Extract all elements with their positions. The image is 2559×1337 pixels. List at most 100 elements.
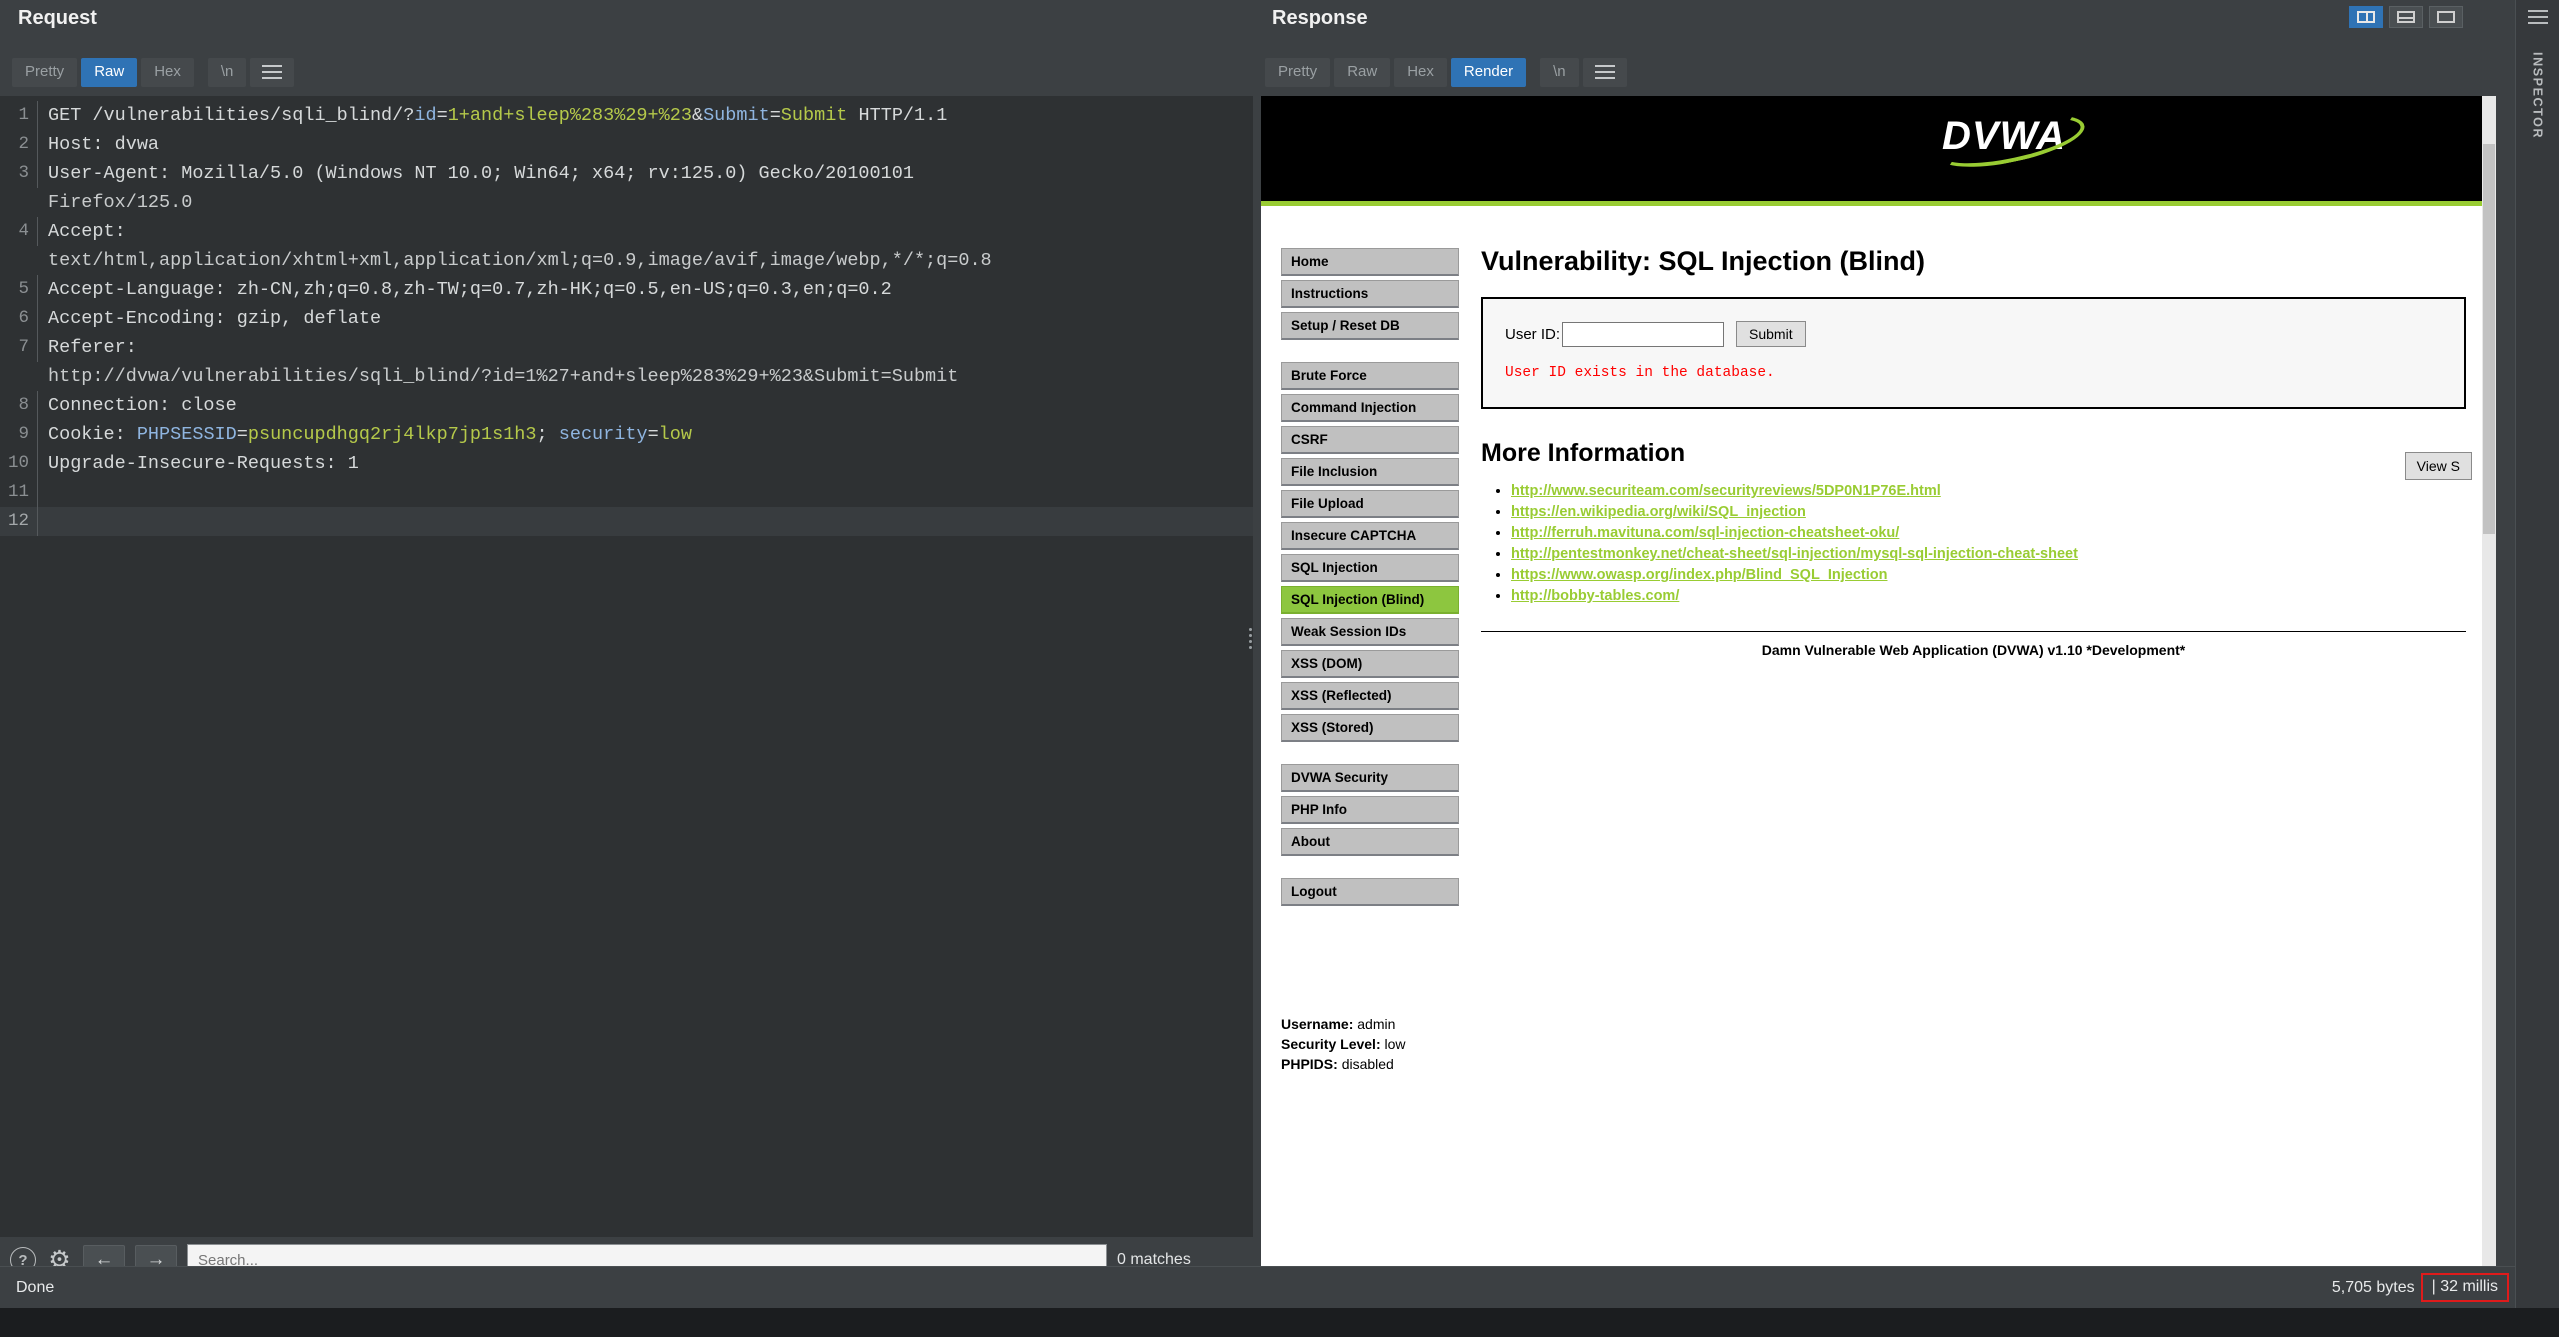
sidebar-item-home[interactable]: Home <box>1281 248 1459 276</box>
sidebar-item-about[interactable]: About <box>1281 828 1459 856</box>
dvwa-menu-group-main: Home Instructions Setup / Reset DB <box>1281 248 1467 340</box>
code-text: Accept: <box>38 217 126 246</box>
taskbar <box>0 1308 2559 1337</box>
request-code-area[interactable]: 1GET /vulnerabilities/sqli_blind/?id=1+a… <box>0 96 1253 536</box>
single-pane-icon <box>2437 11 2455 23</box>
inspector-panel[interactable]: INSPECTOR <box>2515 0 2559 1308</box>
more-information-heading: More Information <box>1481 439 2466 468</box>
code-line: 6Accept-Encoding: gzip, deflate <box>0 304 1253 333</box>
code-line: 4Accept: <box>0 217 1253 246</box>
tab-request-newline[interactable]: \n <box>208 58 247 86</box>
window-layout-controls <box>2345 0 2467 34</box>
code-line: 12 <box>0 507 1253 536</box>
sidebar-item-brute-force[interactable]: Brute Force <box>1281 362 1459 390</box>
sidebar-item-file-inclusion[interactable]: File Inclusion <box>1281 458 1459 486</box>
line-number: 2 <box>0 130 38 159</box>
line-number: 3 <box>0 159 38 188</box>
dvwa-header: DVWA <box>1261 96 2496 206</box>
code-line: Firefox/125.0 <box>0 188 1253 217</box>
sidebar-item-file-upload[interactable]: File Upload <box>1281 490 1459 518</box>
more-information-link[interactable]: http://bobby-tables.com/ <box>1511 588 1679 604</box>
view-source-button[interactable]: View S <box>2405 452 2472 480</box>
sidebar-item-xss-reflected[interactable]: XSS (Reflected) <box>1281 682 1459 710</box>
dvwa-logo: DVWA <box>1942 114 2066 159</box>
hamburger-icon[interactable] <box>2528 10 2548 24</box>
tab-request-hex[interactable]: Hex <box>141 58 194 86</box>
user-id-input[interactable] <box>1562 322 1724 347</box>
split-vertical-button[interactable] <box>2349 6 2383 28</box>
line-number: 7 <box>0 333 38 362</box>
sidebar-item-weak-session-ids[interactable]: Weak Session IDs <box>1281 618 1459 646</box>
result-message: User ID exists in the database. <box>1505 365 2444 381</box>
code-text: Referer: <box>38 333 137 362</box>
burp-suite-window: INSPECTOR Request Pretty Raw Hex \n 1GET… <box>0 0 2559 1337</box>
code-line: text/html,application/xhtml+xml,applicat… <box>0 246 1253 275</box>
line-number: 8 <box>0 391 38 420</box>
sidebar-item-setup-reset-db[interactable]: Setup / Reset DB <box>1281 312 1459 340</box>
security-level-value: low <box>1385 1036 1406 1052</box>
response-vertical-scrollbar[interactable] <box>2482 96 2496 1283</box>
bytes-label: 5,705 bytes <box>2332 1279 2415 1297</box>
code-line: 1GET /vulnerabilities/sqli_blind/?id=1+a… <box>0 101 1253 130</box>
code-text: http://dvwa/vulnerabilities/sqli_blind/?… <box>38 362 958 391</box>
response-tabbar: Pretty Raw Hex Render \n <box>1265 58 1627 87</box>
menu-divider <box>1281 344 1467 362</box>
status-text: Done <box>16 1279 54 1297</box>
code-line: 2Host: dvwa <box>0 130 1253 159</box>
more-information-link[interactable]: https://www.owasp.org/index.php/Blind_SQ… <box>1511 567 1887 583</box>
more-information-link[interactable]: https://en.wikipedia.org/wiki/SQL_inject… <box>1511 504 1806 520</box>
more-information-link[interactable]: http://pentestmonkey.net/cheat-sheet/sql… <box>1511 546 2078 562</box>
sidebar-item-sql-injection-blind[interactable]: SQL Injection (Blind) <box>1281 586 1459 614</box>
sidebar-item-php-info[interactable]: PHP Info <box>1281 796 1459 824</box>
submit-button[interactable]: Submit <box>1736 321 1806 347</box>
request-tabbar: Pretty Raw Hex \n <box>12 58 294 87</box>
scrollbar-thumb[interactable] <box>2483 144 2495 534</box>
sidebar-item-xss-dom[interactable]: XSS (DOM) <box>1281 650 1459 678</box>
code-line: 3User-Agent: Mozilla/5.0 (Windows NT 10.… <box>0 159 1253 188</box>
tab-request-pretty[interactable]: Pretty <box>12 58 77 86</box>
response-menu-button[interactable] <box>1583 58 1627 87</box>
more-information-link[interactable]: http://www.securiteam.com/securityreview… <box>1511 483 1941 499</box>
sidebar-item-instructions[interactable]: Instructions <box>1281 280 1459 308</box>
response-render-view[interactable]: DVWA Home Instructions Setup / Reset DB Br… <box>1261 96 2496 1283</box>
tab-response-hex[interactable]: Hex <box>1394 58 1447 86</box>
dvwa-menu-group-settings: DVWA Security PHP Info About <box>1281 764 1467 856</box>
line-number: 10 <box>0 449 38 478</box>
tab-request-raw[interactable]: Raw <box>81 58 137 86</box>
sidebar-item-logout[interactable]: Logout <box>1281 878 1459 906</box>
split-horizontal-button[interactable] <box>2389 6 2423 28</box>
line-number: 6 <box>0 304 38 333</box>
code-text: User-Agent: Mozilla/5.0 (Windows NT 10.0… <box>38 159 914 188</box>
request-menu-button[interactable] <box>250 58 294 87</box>
status-metrics: 5,705 bytes | 32 millis <box>2332 1273 2515 1302</box>
sidebar-item-csrf[interactable]: CSRF <box>1281 426 1459 454</box>
tab-response-newline[interactable]: \n <box>1540 58 1579 86</box>
code-text: Connection: close <box>38 391 237 420</box>
hamburger-icon <box>262 65 282 79</box>
sidebar-item-xss-stored[interactable]: XSS (Stored) <box>1281 714 1459 742</box>
millis-label: | 32 millis <box>2421 1273 2509 1302</box>
sidebar-item-command-injection[interactable]: Command Injection <box>1281 394 1459 422</box>
tab-response-render[interactable]: Render <box>1451 58 1526 86</box>
code-line: 11 <box>0 478 1253 507</box>
sidebar-item-insecure-captcha[interactable]: Insecure CAPTCHA <box>1281 522 1459 550</box>
list-item: http://pentestmonkey.net/cheat-sheet/sql… <box>1511 545 2466 563</box>
sidebar-item-dvwa-security[interactable]: DVWA Security <box>1281 764 1459 792</box>
user-id-form-row: User ID: Submit <box>1505 321 2444 347</box>
line-number: 11 <box>0 478 38 507</box>
dvwa-menu-group-session: Logout <box>1281 878 1467 906</box>
request-editor[interactable]: 1GET /vulnerabilities/sqli_blind/?id=1+a… <box>0 96 1253 1241</box>
sidebar-item-sql-injection[interactable]: SQL Injection <box>1281 554 1459 582</box>
more-information-list: http://www.securiteam.com/securityreview… <box>1481 482 2466 605</box>
code-text: Firefox/125.0 <box>38 188 192 217</box>
response-panel-title: Response <box>1272 7 1368 30</box>
tab-response-raw[interactable]: Raw <box>1334 58 1390 86</box>
single-pane-button[interactable] <box>2429 6 2463 28</box>
more-information-link[interactable]: http://ferruh.mavituna.com/sql-injection… <box>1511 525 1899 541</box>
tab-response-pretty[interactable]: Pretty <box>1265 58 1330 86</box>
code-text: text/html,application/xhtml+xml,applicat… <box>38 246 992 275</box>
line-number: 5 <box>0 275 38 304</box>
inspector-label: INSPECTOR <box>2531 52 2545 139</box>
panel-resize-handle[interactable] <box>1249 628 1252 649</box>
code-text: GET /vulnerabilities/sqli_blind/?id=1+an… <box>38 101 947 130</box>
